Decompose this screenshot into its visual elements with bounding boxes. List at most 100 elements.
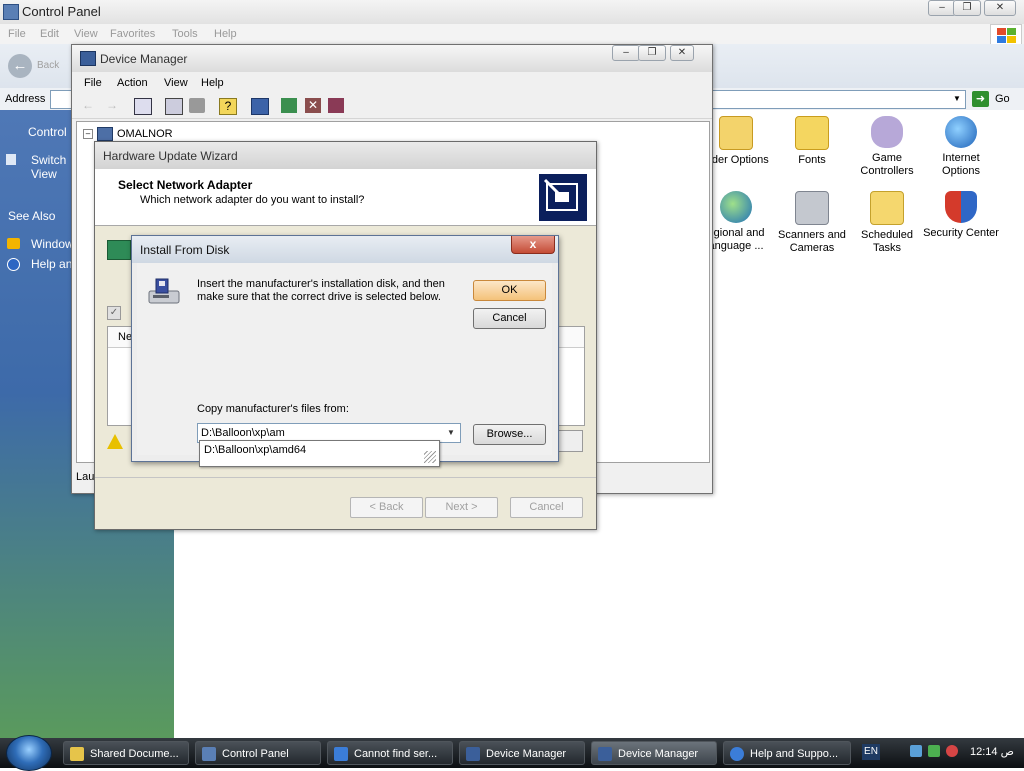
network-adapter-icon [107, 240, 131, 260]
computer-icon [80, 51, 96, 66]
cancel-button[interactable]: Cancel [473, 308, 546, 329]
browse-button[interactable]: Browse... [473, 424, 546, 445]
have-disk-button[interactable] [557, 430, 583, 452]
taskbar: Shared Docume... Control Panel Cannot fi… [0, 735, 1024, 771]
install-from-disk-dialog: Install From Disk x Insert the manufactu… [131, 235, 559, 462]
network-icon[interactable] [910, 745, 922, 757]
show-hide-tree-icon[interactable] [134, 98, 152, 115]
resize-grip-icon[interactable] [424, 451, 436, 463]
device-icon[interactable] [251, 98, 269, 115]
wizard-heading: Select Network Adapter [118, 178, 253, 192]
uninstall-icon[interactable]: ✕ [305, 98, 321, 113]
start-button[interactable] [6, 735, 52, 771]
go-arrow-icon[interactable]: ➜ [972, 91, 989, 107]
help-icon [334, 747, 348, 761]
autocomplete-suggestion[interactable]: D:\Balloon\xp\amd64 [204, 444, 306, 456]
show-compatible-checkbox[interactable]: ✓ [107, 306, 121, 320]
help-link[interactable]: Help an [31, 257, 72, 271]
back-arrow-icon[interactable]: ← [8, 54, 32, 78]
control-panel-icon [202, 747, 216, 761]
control-panel-item[interactable]: Game Controllers [849, 116, 925, 178]
minimize-button[interactable]: – [612, 45, 640, 61]
scan-hardware-icon[interactable] [281, 98, 297, 113]
taskbar-button-label: Help and Suppo... [750, 748, 839, 760]
hardware-install-icon [539, 174, 587, 221]
restore-button[interactable]: ❐ [953, 0, 981, 16]
device-manager-menubar: File Action View Help [72, 72, 712, 94]
device-manager-toolbar: ← → ? ✕ [72, 94, 712, 119]
clock[interactable]: ص 12:14 [970, 745, 1014, 758]
taskbar-button-label: Cannot find ser... [354, 748, 438, 760]
security-icon[interactable] [928, 745, 940, 757]
list-column-header[interactable]: Ne [118, 331, 132, 343]
control-panel-item[interactable]: Fonts [774, 116, 850, 167]
control-panel-item[interactable]: Scanners and Cameras [774, 191, 850, 255]
menu-view[interactable]: View [74, 28, 98, 40]
copy-from-label: Copy manufacturer's files from: [197, 403, 349, 415]
windows-update-link[interactable]: Window [31, 237, 74, 251]
cancel-button[interactable]: Cancel [510, 497, 583, 518]
minimize-button[interactable]: – [928, 0, 956, 16]
taskbar-button-active[interactable]: Device Manager [591, 741, 717, 765]
menu-help[interactable]: Help [201, 77, 224, 89]
taskbar-button[interactable]: Control Panel [195, 741, 321, 765]
control-panel-menubar: File Edit View Favorites Tools Help [0, 24, 1024, 44]
menu-help[interactable]: Help [214, 28, 237, 40]
close-button[interactable]: ✕ [670, 45, 694, 61]
wizard-subheading: Which network adapter do you want to ins… [140, 194, 365, 206]
disable-icon[interactable] [328, 98, 344, 113]
device-manager-icon [466, 747, 480, 761]
close-button[interactable]: ✕ [984, 0, 1016, 16]
item-label: Scheduled Tasks [861, 229, 913, 254]
folder-options-icon [719, 116, 753, 150]
autocomplete-dropdown: D:\Balloon\xp\amd64 [199, 440, 440, 467]
language-indicator[interactable]: EN [862, 744, 880, 760]
tree-root-label[interactable]: OMALNOR [117, 128, 173, 140]
chevron-down-icon[interactable]: ▼ [442, 424, 460, 442]
next-button[interactable]: Next > [425, 497, 498, 518]
restore-button[interactable]: ❐ [638, 45, 666, 61]
menu-file[interactable]: File [84, 77, 102, 89]
wizard-footer: < Back Next > Cancel [95, 477, 596, 530]
forward-arrow-icon[interactable]: → [104, 98, 120, 113]
taskbar-button-label: Device Manager [486, 748, 567, 760]
help-icon[interactable]: ? [219, 98, 237, 115]
device-manager-icon [598, 747, 612, 761]
menu-action[interactable]: Action [117, 77, 148, 89]
control-panel-item[interactable]: Security Center [923, 191, 999, 240]
taskbar-button[interactable]: Device Manager [459, 741, 585, 765]
help-icon [730, 747, 744, 761]
close-button[interactable]: x [511, 236, 555, 254]
item-label: Game Controllers [860, 152, 914, 177]
path-input[interactable]: D:\Balloon\xp\am [201, 427, 285, 439]
menu-file[interactable]: File [8, 28, 26, 40]
menu-tools[interactable]: Tools [172, 28, 198, 40]
windows-update-icon [7, 238, 20, 249]
shield-icon[interactable] [946, 745, 958, 757]
back-button[interactable]: < Back [350, 497, 423, 518]
menu-edit[interactable]: Edit [40, 28, 59, 40]
instruction-text: Insert the manufacturer's installation d… [197, 278, 445, 303]
game-controller-icon [871, 116, 903, 148]
menu-view[interactable]: View [164, 77, 188, 89]
control-panel-item[interactable]: Internet Options [923, 116, 999, 178]
properties-icon[interactable] [165, 98, 183, 115]
device-manager-titlebar: Device Manager – ❐ ✕ [72, 45, 712, 72]
address-dropdown-icon[interactable]: ▼ [950, 90, 964, 107]
go-label[interactable]: Go [995, 93, 1010, 105]
taskbar-button[interactable]: Cannot find ser... [327, 741, 453, 765]
collapse-icon[interactable]: – [83, 129, 93, 139]
menu-favorites[interactable]: Favorites [110, 28, 155, 40]
print-icon[interactable] [189, 98, 205, 113]
taskbar-button[interactable]: Help and Suppo... [723, 741, 851, 765]
control-panel-heading: Control [28, 125, 67, 139]
wizard-title: Hardware Update Wizard [103, 149, 238, 163]
back-arrow-icon[interactable]: ← [80, 98, 96, 113]
shield-icon [945, 191, 977, 223]
switch-view-link-line2[interactable]: View [31, 167, 57, 181]
taskbar-button[interactable]: Shared Docume... [63, 741, 189, 765]
switch-view-link[interactable]: Switch [31, 153, 66, 167]
ok-button[interactable]: OK [473, 280, 546, 301]
item-label: egional and anguage ... [707, 227, 765, 252]
control-panel-item[interactable]: Scheduled Tasks [849, 191, 925, 255]
